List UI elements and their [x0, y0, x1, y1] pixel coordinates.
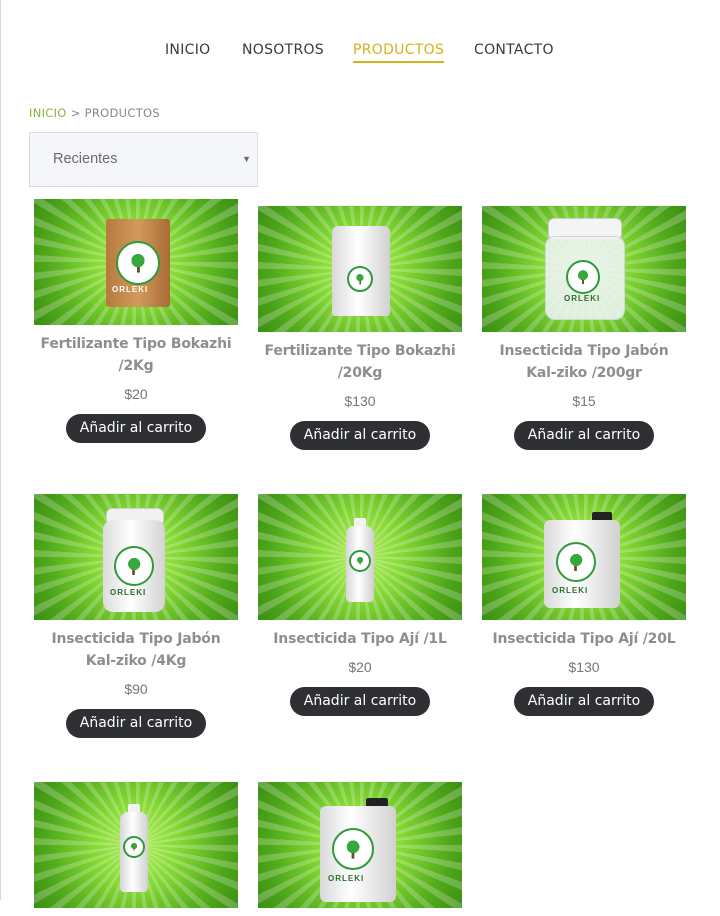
product-card: ORLEKI — [258, 782, 462, 916]
nav-productos[interactable]: PRODUCTOS — [353, 42, 445, 63]
dropdown-arrow-icon: ▼ — [242, 154, 251, 164]
add-to-cart-button[interactable]: Añadir al carrito — [513, 421, 655, 450]
logo-text: ORLEKI — [112, 285, 149, 294]
product-title[interactable]: Fertilizante Tipo Bokazhi /20Kg — [258, 340, 462, 384]
product-image[interactable] — [258, 206, 462, 332]
product-price: $15 — [572, 393, 596, 409]
product-card: Insecticida Tipo Ají /1L $20 Añadir al c… — [258, 494, 462, 716]
logo-text: ORLEKI — [328, 874, 365, 883]
product-image[interactable]: ORLEKI — [34, 199, 238, 325]
product-card: ORLEKI Insecticida Tipo Ají /20L $130 Añ… — [482, 494, 686, 716]
logo-text: ORLEKI — [110, 588, 147, 597]
orleki-logo-icon — [123, 836, 145, 858]
logo-text: ORLEKI — [564, 294, 601, 303]
product-image[interactable] — [258, 494, 462, 620]
add-to-cart-button[interactable]: Añadir al carrito — [65, 709, 207, 738]
add-to-cart-button[interactable]: Añadir al carrito — [289, 687, 431, 716]
product-price: $20 — [124, 386, 148, 402]
main-nav: INICIO NOSOTROS PRODUCTOS CONTACTO — [1, 42, 720, 66]
product-price: $130 — [568, 659, 600, 675]
product-card: Fertilizante Tipo Bokazhi /20Kg $130 Aña… — [258, 206, 462, 450]
product-price: $130 — [344, 393, 376, 409]
product-card: ORLEKI Insecticida Tipo Jabón Kal-ziko /… — [482, 206, 686, 450]
orleki-logo-icon — [332, 828, 374, 870]
add-to-cart-button[interactable]: Añadir al carrito — [289, 421, 431, 450]
product-title[interactable]: Fertilizante Tipo Bokazhi /2Kg — [34, 333, 238, 377]
orleki-logo-icon — [349, 550, 371, 572]
product-title[interactable]: Insecticida Tipo Ají /20L — [482, 628, 686, 650]
product-title[interactable]: Insecticida Tipo Jabón Kal-ziko /200gr — [482, 340, 686, 384]
product-image[interactable] — [34, 782, 238, 908]
orleki-logo-icon — [556, 542, 596, 582]
breadcrumb-separator: > — [70, 106, 81, 120]
product-card — [34, 782, 238, 916]
logo-text: ORLEKI — [552, 586, 589, 595]
nav-inicio[interactable]: INICIO — [165, 42, 210, 58]
add-to-cart-button[interactable]: Añadir al carrito — [513, 687, 655, 716]
nav-nosotros[interactable]: NOSOTROS — [242, 42, 324, 58]
breadcrumb-home[interactable]: INICIO — [29, 106, 67, 120]
product-image[interactable]: ORLEKI — [34, 494, 238, 620]
product-price: $90 — [124, 681, 148, 697]
orleki-logo-icon — [566, 260, 600, 294]
orleki-logo-icon — [116, 241, 160, 285]
add-to-cart-button[interactable]: Añadir al carrito — [65, 414, 207, 443]
breadcrumb-current: PRODUCTOS — [84, 106, 160, 120]
orleki-logo-icon — [114, 546, 154, 586]
product-price: $20 — [348, 659, 372, 675]
sort-select[interactable]: Recientes ▼ — [29, 132, 258, 187]
sort-selected-value: Recientes — [53, 151, 118, 167]
product-image[interactable]: ORLEKI — [482, 494, 686, 620]
nav-contacto[interactable]: CONTACTO — [474, 42, 554, 58]
orleki-logo-icon — [347, 266, 373, 292]
product-title[interactable]: Insecticida Tipo Ají /1L — [258, 628, 462, 650]
product-title[interactable]: Insecticida Tipo Jabón Kal-ziko /4Kg — [34, 628, 238, 672]
product-image[interactable]: ORLEKI — [482, 206, 686, 332]
product-image[interactable]: ORLEKI — [258, 782, 462, 908]
product-card: ORLEKI Fertilizante Tipo Bokazhi /2Kg $2… — [34, 199, 238, 443]
breadcrumb: INICIO > PRODUCTOS — [29, 106, 160, 120]
product-card: ORLEKI Insecticida Tipo Jabón Kal-ziko /… — [34, 494, 238, 738]
